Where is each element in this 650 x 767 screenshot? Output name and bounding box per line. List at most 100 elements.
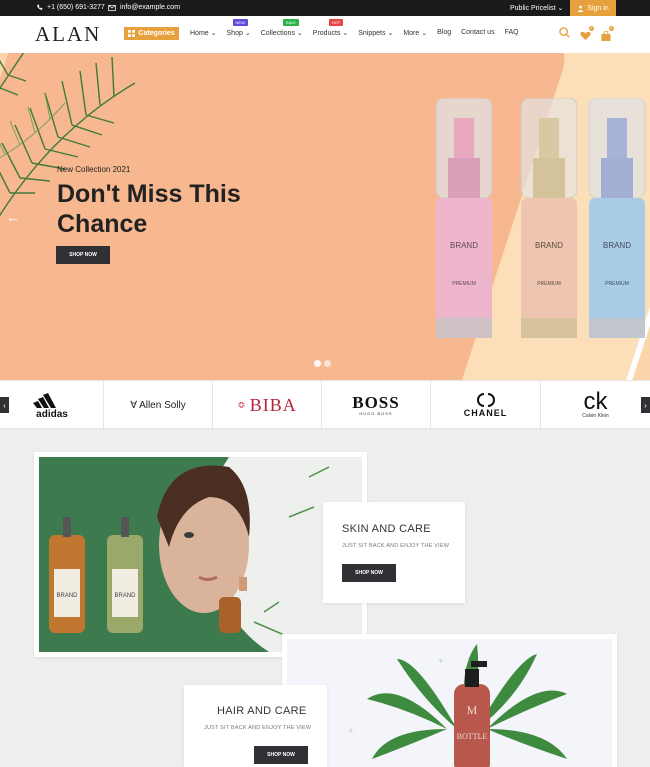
adidas-logo: adidas [32, 393, 68, 418]
brand-biba[interactable]: ≎ BIBA [213, 381, 322, 429]
bottle-brand-text: BRAND [535, 241, 563, 250]
chevron-down-icon: ⌄ [421, 30, 428, 37]
slider-pagination [314, 360, 331, 367]
hair-care-card: HAIR AND CARE JUST SIT BACK AND ENJOY TH… [184, 685, 327, 767]
svg-text:BRAND: BRAND [114, 593, 136, 599]
categories-label: Categories [138, 30, 175, 37]
top-bar: +1 (650) 691-3277 info@example.com Publi… [0, 0, 650, 16]
brand-calvin-klein[interactable]: ck Calvin Klein [541, 381, 650, 429]
signin-button[interactable]: Sign in [570, 0, 616, 16]
pricelist-dropdown[interactable]: Public Pricelist ⌄ [510, 4, 563, 12]
chevron-down-icon: ⌄ [342, 30, 349, 37]
nav-products-label: Products [312, 30, 341, 37]
hair-care-banner-image[interactable]: M BOTTLE ✦ ✦ [282, 634, 617, 767]
prev-slide-arrow-icon[interactable]: ← [6, 209, 20, 225]
sale-badge: SALE [282, 19, 299, 26]
nav-home[interactable]: Home ⌄ [190, 29, 217, 37]
site-logo[interactable]: ALAN [35, 22, 101, 47]
svg-text:adidas: adidas [36, 409, 68, 418]
brand-next-arrow-icon[interactable]: › [641, 397, 650, 413]
bottle-brand-text: BRAND [450, 241, 478, 250]
nav-faq-label: FAQ [504, 29, 519, 36]
bottle-brand-text: BRAND [603, 241, 631, 250]
chanel-text: CHANEL [463, 408, 508, 418]
skin-care-photo: BRAND BRAND [39, 457, 362, 652]
main-nav: Home ⌄ NEW Shop ⌄ SALE Collections ⌄ HOT Pr… [190, 19, 529, 37]
phone-icon [37, 4, 43, 10]
brand-carousel: ‹ adidas ∀ Allen Solly ≎ BIBA BOSS HUGO … [0, 380, 650, 429]
nav-products[interactable]: HOT Products ⌄ [312, 19, 349, 37]
skin-care-shop-now-button[interactable]: SHOP NOW [342, 564, 396, 582]
biba-text: BIBA [249, 394, 297, 415]
phone-contact[interactable]: +1 (650) 691-3277 [36, 4, 105, 11]
nav-blog[interactable]: Blog [437, 29, 451, 37]
nav-contact[interactable]: Contact us [461, 29, 494, 37]
allen-solly-text: Allen Solly [139, 399, 186, 411]
chevron-down-icon: ⌄ [387, 30, 394, 37]
chevron-down-icon: ⌄ [210, 30, 217, 37]
nav-shop[interactable]: NEW Shop ⌄ [226, 19, 251, 37]
svg-text:BRAND: BRAND [56, 593, 78, 599]
hair-care-subtitle: JUST SIT BACK AND ENJOY THE VIEW [204, 725, 312, 731]
cart-count: 0 [609, 26, 614, 31]
heart-icon [580, 31, 591, 41]
nav-shop-label: Shop [226, 30, 243, 37]
email-address: info@example.com [120, 4, 181, 11]
search-icon[interactable] [559, 27, 570, 38]
grid-icon [128, 30, 136, 37]
skin-care-title: SKIN AND CARE [342, 523, 431, 535]
chevron-down-icon: ⌄ [557, 5, 564, 12]
chevron-down-icon: ⌄ [244, 30, 251, 37]
categories-button[interactable]: Categories [124, 27, 179, 40]
sparkle-icon: ✦ [347, 726, 355, 736]
skin-care-card: SKIN AND CARE JUST SIT BACK AND ENJOY TH… [323, 502, 465, 603]
nav-snippets-label: Snippets [358, 30, 386, 37]
cart-button[interactable]: 0 [601, 26, 614, 46]
bottle-monogram-text: M [467, 703, 478, 717]
nav-snippets[interactable]: Snippets ⌄ [358, 29, 393, 37]
nav-faq[interactable]: FAQ [505, 29, 519, 37]
hero-slider: New Collection 2021 Don't Miss This Chan… [0, 53, 650, 380]
nav-contact-label: Contact us [461, 29, 495, 36]
brand-boss[interactable]: BOSS HUGO BOSS [322, 381, 431, 429]
hero-subtitle: New Collection 2021 [57, 165, 131, 174]
wishlist-button[interactable]: 0 [580, 26, 594, 46]
boss-text: BOSS [352, 392, 400, 412]
phone-number: +1 (650) 691-3277 [47, 4, 105, 11]
mail-icon [108, 4, 116, 11]
main-header: ALAN Categories Home ⌄ NEW Shop ⌄ SALE Col… [0, 16, 650, 53]
sparkle-icon: ✦ [437, 656, 445, 666]
bottle-premium-text: PREMIUM [452, 281, 476, 287]
hero-shop-now-button[interactable]: SHOP NOW [56, 246, 110, 264]
hugo-boss-text: HUGO BOSS [359, 410, 393, 416]
biba-icon: ≎ [237, 399, 246, 411]
signin-label: Sign in [587, 4, 609, 12]
hot-badge: HOT [328, 19, 344, 26]
nav-more[interactable]: More ⌄ [403, 29, 427, 37]
calvin-klein-text: Calvin Klein [582, 413, 609, 419]
nav-collections-label: Collections [260, 30, 295, 37]
pricelist-label: Public Pricelist [510, 5, 556, 12]
skin-care-banner-image[interactable]: BRAND BRAND [34, 452, 367, 657]
brand-allen-solly[interactable]: ∀ Allen Solly [104, 381, 213, 429]
chanel-cc-icon [476, 393, 495, 407]
email-contact[interactable]: info@example.com [108, 4, 180, 11]
slide-dot-2[interactable] [324, 360, 331, 367]
pink-bottle-image: BRAND PREMIUM [435, 98, 493, 338]
new-badge: NEW [232, 19, 248, 26]
hair-care-shop-now-button[interactable]: SHOP NOW [254, 746, 308, 764]
bottle-premium-text: PREMIUM [605, 281, 629, 287]
skin-care-illustration: BRAND BRAND [39, 457, 362, 652]
hero-title: Don't Miss This Chance [57, 180, 241, 238]
nav-blog-label: Blog [437, 29, 452, 36]
bottle2-label-text: BOTTLE [457, 732, 488, 741]
brand-chanel[interactable]: CHANEL [431, 381, 541, 429]
wishlist-count: 0 [589, 26, 594, 31]
nav-collections[interactable]: SALE Collections ⌄ [260, 19, 303, 37]
hair-care-illustration: M BOTTLE ✦ ✦ [287, 639, 612, 767]
skin-care-subtitle: JUST SIT BACK AND ENJOY THE VIEW [342, 543, 450, 549]
hair-care-photo: M BOTTLE ✦ ✦ [287, 639, 612, 767]
brand-adidas[interactable]: adidas [0, 381, 104, 429]
slide-dot-1[interactable] [314, 360, 321, 367]
nav-more-label: More [403, 30, 420, 37]
